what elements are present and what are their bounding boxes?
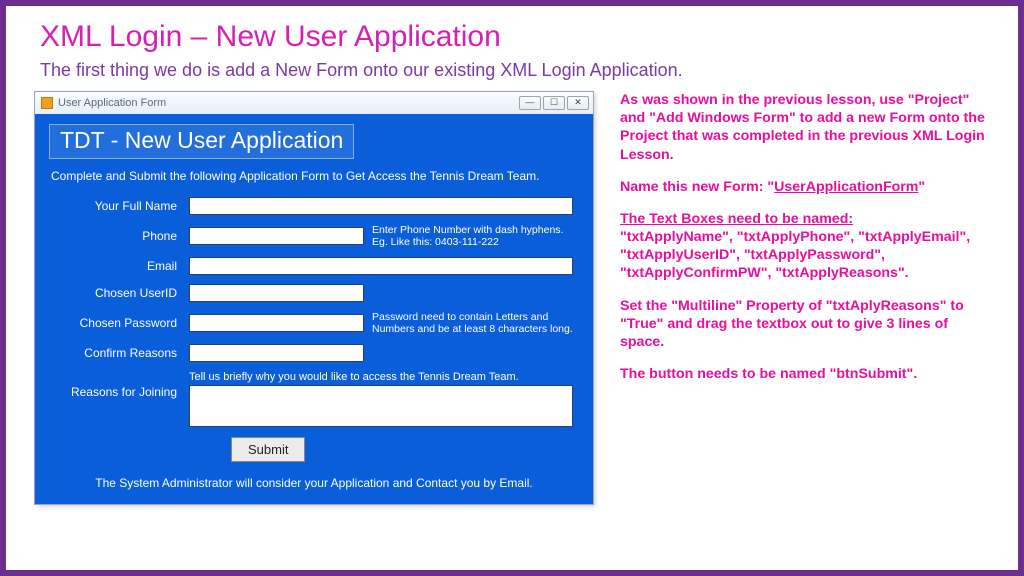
slide-subtitle: The first thing we do is add a New Form … [40, 60, 990, 81]
close-button[interactable]: ✕ [567, 96, 589, 110]
form-heading: TDT - New User Application [49, 124, 354, 159]
minimize-button[interactable]: — [519, 96, 541, 110]
password-input[interactable] [189, 314, 364, 332]
form-instructions: Complete and Submit the following Applic… [51, 169, 577, 183]
label-name: Your Full Name [51, 199, 181, 213]
slide-frame: XML Login – New User Application The fir… [0, 0, 1024, 576]
note-3-body: "txtApplyName", "txtApplyPhone", "txtApp… [620, 229, 970, 281]
phone-input[interactable] [189, 227, 364, 245]
note-3-head: The Text Boxes need to be named: [620, 211, 853, 227]
note-1: As was shown in the previous lesson, use… [620, 91, 990, 164]
label-confirm: Confirm Reasons [51, 346, 181, 360]
label-userid: Chosen UserID [51, 286, 181, 300]
maximize-button[interactable]: ☐ [543, 96, 565, 110]
submit-button[interactable]: Submit [231, 437, 305, 462]
app-icon [41, 97, 53, 109]
label-phone: Phone [51, 229, 181, 243]
label-reasons: Reasons for Joining [51, 385, 181, 399]
reasons-input[interactable] [189, 385, 573, 427]
label-email: Email [51, 259, 181, 273]
hint-reasons: Tell us briefly why you would like to ac… [189, 371, 577, 383]
window-titlebar: User Application Form — ☐ ✕ [35, 92, 593, 114]
note-2-suffix: " [918, 179, 925, 195]
hint-password: Password need to contain Letters and Num… [372, 311, 577, 335]
slide-title: XML Login – New User Application [40, 20, 990, 54]
instruction-notes: As was shown in the previous lesson, use… [620, 91, 990, 505]
userid-input[interactable] [189, 284, 364, 302]
hint-phone: Enter Phone Number with dash hyphens. Eg… [372, 224, 577, 248]
confirm-password-input[interactable] [189, 344, 364, 362]
window-caption: User Application Form [58, 97, 166, 109]
label-password: Chosen Password [51, 316, 181, 330]
form-footer: The System Administrator will consider y… [51, 476, 577, 490]
note-4: Set the "Multiline" Property of "txtAply… [620, 297, 990, 352]
note-3: The Text Boxes need to be named: "txtApp… [620, 210, 990, 283]
form-screenshot: User Application Form — ☐ ✕ TDT - New Us… [34, 91, 594, 505]
note-5: The button needs to be named "btnSubmit"… [620, 365, 990, 383]
note-2: Name this new Form: "UserApplicationForm… [620, 178, 990, 196]
email-input[interactable] [189, 257, 573, 275]
name-input[interactable] [189, 197, 573, 215]
note-2-prefix: Name this new Form: " [620, 179, 774, 195]
note-2-name: UserApplicationForm [774, 179, 918, 195]
